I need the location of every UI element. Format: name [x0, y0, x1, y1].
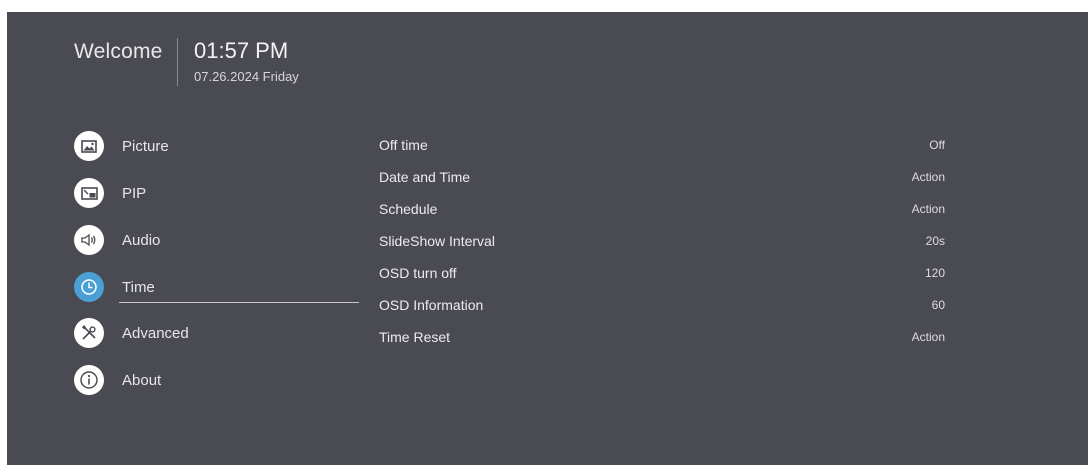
settings-row-schedule[interactable]: Schedule Action — [379, 197, 945, 221]
menu-label-picture: Picture — [122, 137, 169, 155]
row-value: Action — [911, 330, 945, 344]
settings-row-date-and-time[interactable]: Date and Time Action — [379, 165, 945, 189]
speaker-icon — [74, 225, 104, 255]
menu-item-audio[interactable]: Audio — [74, 220, 374, 260]
menu-item-advanced[interactable]: Advanced — [74, 313, 374, 353]
row-label: Time Reset — [379, 329, 451, 345]
header-divider — [177, 38, 178, 86]
row-value: Action — [911, 170, 945, 184]
clock-time: 01:57 PM — [194, 38, 289, 63]
clock-date: 07.26.2024 Friday — [194, 69, 299, 84]
info-icon — [74, 365, 104, 395]
menu-item-picture[interactable]: Picture — [74, 126, 374, 166]
osd-screen: Welcome 01:57 PM 07.26.2024 Friday Pictu… — [7, 12, 1088, 465]
menu-item-pip[interactable]: PIP — [74, 173, 374, 213]
menu-label-advanced: Advanced — [122, 324, 189, 342]
menu-label-about: About — [122, 371, 162, 389]
settings-row-osd-turn-off[interactable]: OSD turn off 120 — [379, 261, 945, 285]
row-value: Action — [911, 202, 945, 216]
row-value: 120 — [924, 266, 945, 280]
picture-icon — [74, 131, 104, 161]
tools-icon — [74, 318, 104, 348]
row-value: 20s — [925, 234, 945, 248]
settings-row-time-reset[interactable]: Time Reset Action — [379, 325, 945, 349]
menu-label-time: Time — [122, 278, 155, 296]
welcome-title: Welcome — [74, 40, 163, 63]
row-label: OSD turn off — [379, 265, 457, 281]
row-value: 60 — [931, 298, 945, 312]
row-label: Off time — [379, 137, 428, 153]
settings-row-off-time[interactable]: Off time Off — [379, 133, 945, 157]
menu-label-pip: PIP — [122, 184, 147, 202]
menu-item-time[interactable]: Time — [74, 267, 374, 307]
menu-item-about[interactable]: About — [74, 360, 374, 400]
row-label: OSD Information — [379, 297, 484, 313]
row-label: Schedule — [379, 201, 438, 217]
settings-row-osd-information[interactable]: OSD Information 60 — [379, 293, 945, 317]
menu-label-audio: Audio — [122, 231, 161, 249]
settings-row-slideshow-interval[interactable]: SlideShow Interval 20s — [379, 229, 945, 253]
row-label: SlideShow Interval — [379, 233, 495, 249]
row-value: Off — [929, 138, 945, 152]
pip-icon — [74, 178, 104, 208]
active-item-underline — [119, 302, 359, 303]
row-label: Date and Time — [379, 169, 471, 185]
clock-icon — [74, 272, 104, 302]
